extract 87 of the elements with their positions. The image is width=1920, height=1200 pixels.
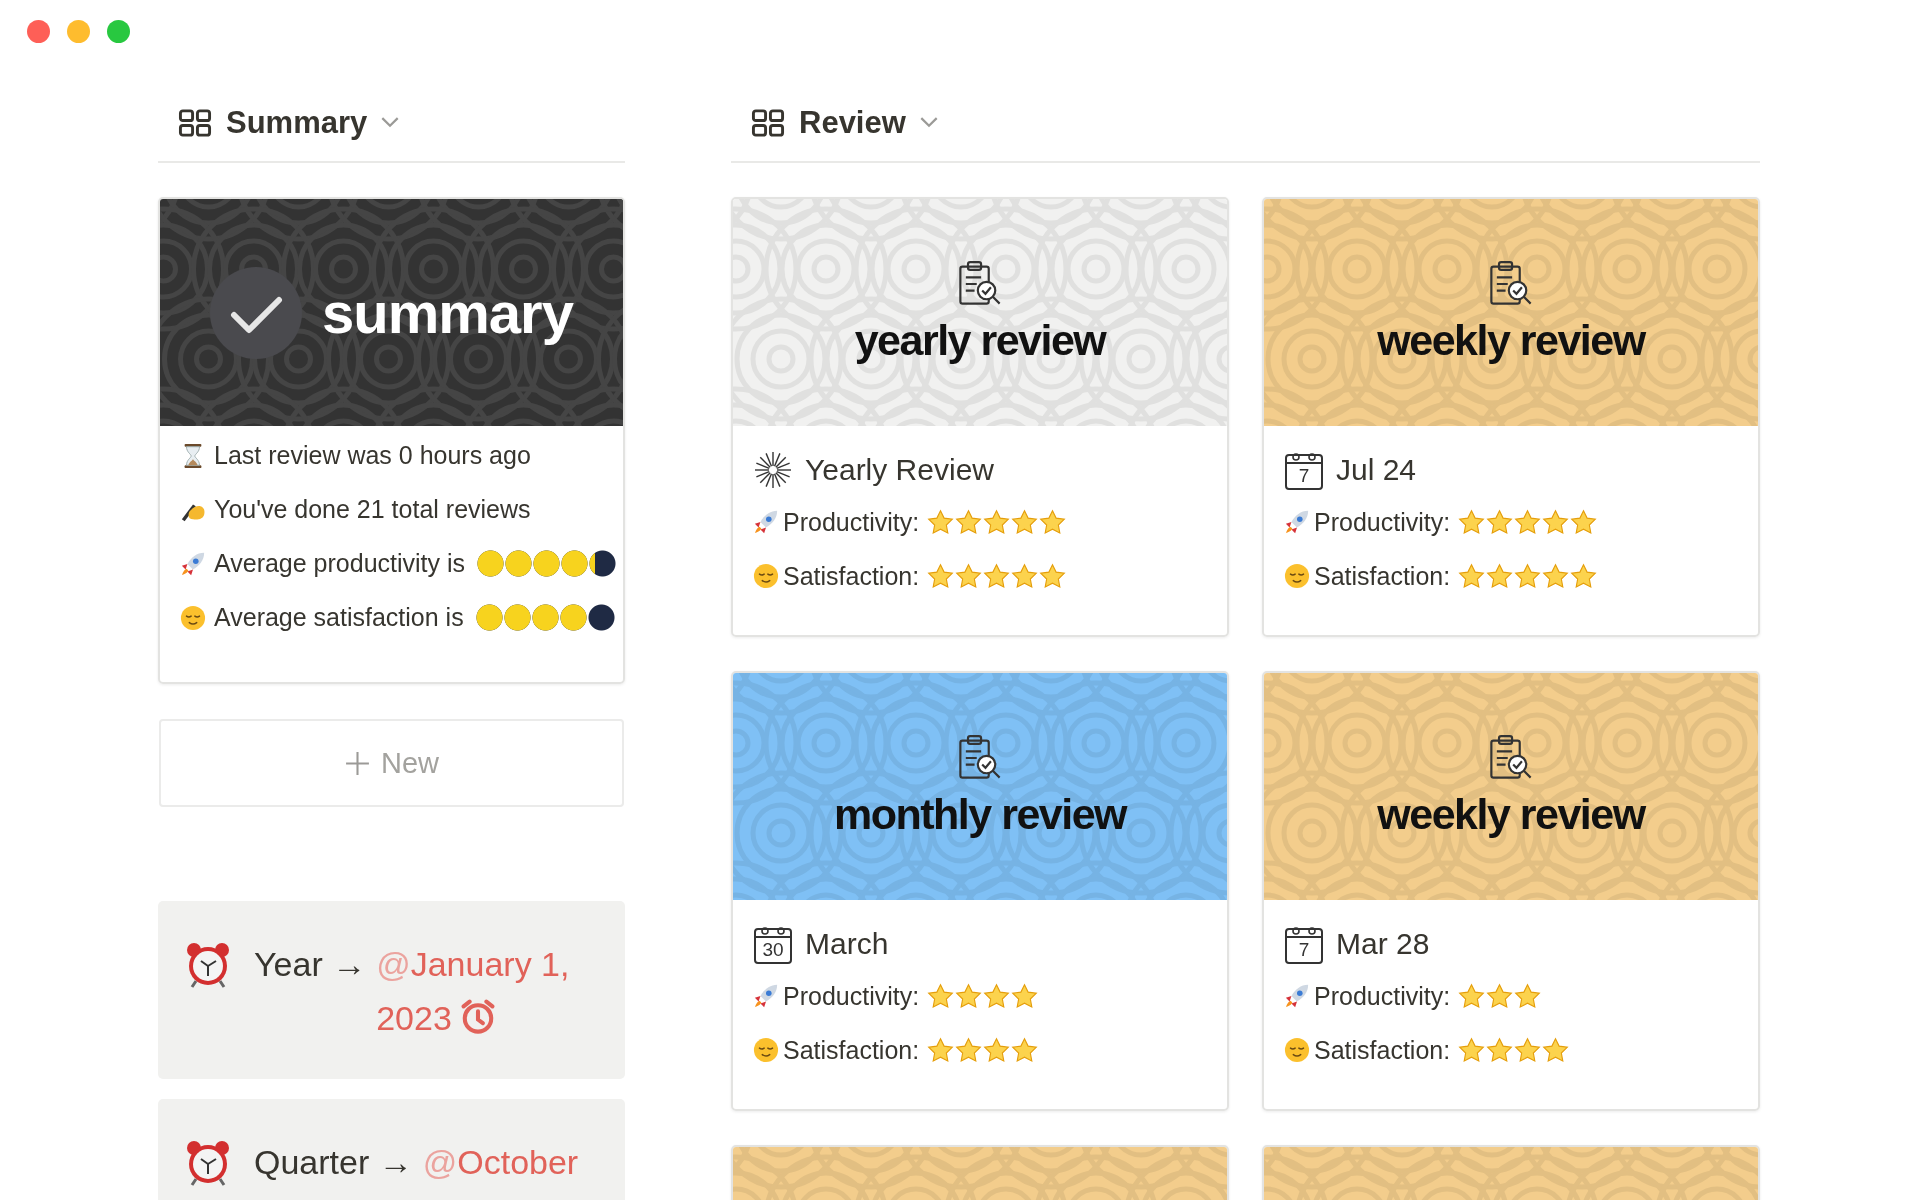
card-title: March <box>805 927 889 961</box>
star-icon <box>1514 1036 1542 1064</box>
summary-line: Average satisfaction is <box>214 603 464 632</box>
summary-line: Average productivity is <box>214 549 466 578</box>
property-label: Satisfaction: <box>783 1035 920 1065</box>
property-label: Productivity: <box>1314 507 1451 537</box>
callout-text: Year → @January 1, 2023 <box>254 937 615 1055</box>
callout-text: Quarter → @October <box>254 1135 579 1200</box>
chevron-down-icon <box>919 117 938 128</box>
gallery-icon <box>751 107 785 138</box>
summary-line: You've done 21 total reviews <box>214 495 531 524</box>
star-icon <box>1011 982 1039 1010</box>
window-control-button[interactable] <box>67 20 90 43</box>
rocket-icon <box>1284 983 1310 1009</box>
star-icon <box>1542 508 1570 536</box>
checkmark-icon <box>210 266 303 359</box>
gallery-icon <box>178 107 212 138</box>
star-icon <box>1486 1036 1514 1064</box>
star-icon <box>955 508 983 536</box>
star-icon <box>983 1036 1011 1064</box>
star-icon <box>927 508 955 536</box>
star-icon <box>1458 982 1486 1010</box>
star-icon <box>955 982 983 1010</box>
smiling-face-icon <box>180 604 206 631</box>
card-title: Jul 24 <box>1336 453 1417 487</box>
smiling-face-icon <box>1284 563 1310 589</box>
property-label: Productivity: <box>1314 981 1451 1011</box>
star-icon <box>927 982 955 1010</box>
cover-title: monthly review <box>834 790 1126 839</box>
star-icon <box>983 508 1011 536</box>
star-icon <box>927 1036 955 1064</box>
plus-icon <box>344 749 371 777</box>
star-icon <box>1542 562 1570 590</box>
window-control-button[interactable] <box>27 20 50 43</box>
property-label: Productivity: <box>783 507 920 537</box>
review-card[interactable]: yearly review Yearly Review Productivity: Satisfaction: <box>731 197 1229 637</box>
property-label: Productivity: <box>783 981 920 1011</box>
star-icon <box>1486 508 1514 536</box>
property-label: Satisfaction: <box>1314 561 1451 591</box>
sparkler-icon <box>753 450 793 490</box>
star-icon <box>1458 1036 1486 1064</box>
star-icon <box>1458 562 1486 590</box>
star-icon <box>1458 508 1486 536</box>
star-icon <box>983 562 1011 590</box>
star-icon <box>983 982 1011 1010</box>
star-icon <box>1039 508 1067 536</box>
star-icon <box>1011 1036 1039 1064</box>
cover-title: weekly review <box>1377 790 1645 839</box>
star-icon <box>1542 1036 1570 1064</box>
rocket-icon <box>753 509 779 535</box>
star-icon <box>1486 982 1514 1010</box>
star-icon <box>927 562 955 590</box>
alarm-clock-icon <box>184 941 232 989</box>
property-label: Satisfaction: <box>783 561 920 591</box>
card-title: Mar 28 <box>1336 927 1430 961</box>
rocket-icon <box>180 550 206 577</box>
view-tab[interactable]: Review <box>749 100 940 145</box>
star-icon <box>1570 562 1598 590</box>
star-icon <box>1011 562 1039 590</box>
window-control-button[interactable] <box>107 20 130 43</box>
smiling-face-icon <box>753 1037 779 1063</box>
star-icon <box>1514 562 1542 590</box>
review-card[interactable]: weekly review 7 Jul 24 Productivity: Satisfaction: <box>1262 197 1760 637</box>
view-tab[interactable]: Summary <box>176 100 402 145</box>
rocket-icon <box>1284 509 1310 535</box>
cover-title: weekly review <box>1377 316 1645 365</box>
star-icon <box>955 1036 983 1064</box>
star-icon <box>1011 508 1039 536</box>
property-label: Satisfaction: <box>1314 1035 1451 1065</box>
star-icon <box>1486 562 1514 590</box>
summary-card[interactable]: summary Last review was 0 hours ago You've done 21 total reviews Average productivity is Average satisfaction is <box>158 197 625 684</box>
star-icon <box>1514 508 1542 536</box>
review-card[interactable]: monthly review 30 March Productivity: Satisfaction: <box>731 671 1229 1111</box>
summary-line: Last review was 0 hours ago <box>214 441 531 470</box>
cover-title: yearly review <box>854 316 1106 365</box>
star-icon <box>1039 562 1067 590</box>
cover-title: summary <box>322 279 573 346</box>
star-icon <box>1570 508 1598 536</box>
star-icon <box>1514 982 1542 1010</box>
smiling-face-icon <box>1284 1037 1310 1063</box>
rocket-icon <box>753 983 779 1009</box>
chevron-down-icon <box>381 117 400 128</box>
smiling-face-icon <box>753 563 779 589</box>
alarm-clock-icon <box>184 1139 232 1187</box>
review-card[interactable]: weekly review 7 Mar 28 Productivity: Satisfaction: <box>1262 671 1760 1111</box>
star-icon <box>955 562 983 590</box>
card-title: Yearly Review <box>805 453 994 487</box>
